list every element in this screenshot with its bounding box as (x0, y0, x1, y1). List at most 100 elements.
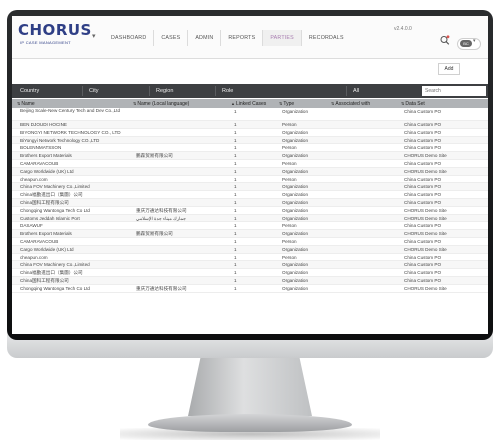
table-row[interactable]: China福勤進出口（集團）公司 1 Organization China Custo… (12, 191, 488, 199)
table-row[interactable]: China福勤進出口（集團）公司 1 Organization China Custo… (12, 269, 488, 277)
table-row[interactable]: cheapun.com 1 Person China Custom PO (12, 176, 488, 184)
table-row[interactable]: Brothers Export Materials 鹏森贸易有限公司 1 Organi… (12, 230, 488, 238)
cell-linked-cases: 1 (234, 176, 237, 182)
cell-type: Person (282, 238, 297, 244)
nav-item-cases[interactable]: CASES (153, 30, 187, 46)
filter-bar: Country City Region Role All (12, 84, 488, 98)
filter-divider (82, 86, 83, 96)
cell-name: Chongqing Wantonga Tech Co Ltd (20, 285, 90, 291)
cell-data-set: China Custom PO (404, 184, 442, 190)
filter-country[interactable]: Country (20, 84, 39, 98)
logo-text: CHORUS (18, 21, 92, 39)
filter-role[interactable]: Role (222, 84, 233, 98)
cell-linked-cases: 1 (234, 145, 237, 151)
cell-linked-cases: 1 (234, 246, 237, 252)
cell-linked-cases: 1 (234, 122, 237, 127)
table-row[interactable]: CAMARAVACOUB 1 Person China Custom PO (12, 160, 488, 168)
user-menu-chevron-icon: ▾ (473, 38, 476, 44)
cell-linked-cases: 1 (234, 109, 237, 114)
search-input[interactable] (422, 86, 486, 96)
cell-type: Organization (282, 199, 309, 205)
table-row[interactable]: BIYONGYI NETWORK TECHNOLOGY CO., LTD 1 Org… (12, 129, 488, 137)
cell-linked-cases: 1 (234, 215, 237, 221)
table-row[interactable]: China FOV Machinery Co.,Limited 1 Organiza… (12, 261, 488, 270)
nav-item-parties[interactable]: PARTIES (262, 30, 301, 46)
cell-type: Organization (282, 129, 309, 135)
table-row[interactable]: Beijing Scale-New Century Tech and Dev C… (12, 108, 488, 121)
cell-data-set: China Custom PO (404, 262, 442, 268)
cell-linked-cases: 1 (234, 160, 237, 166)
cell-data-set: China Custom PO (404, 160, 442, 166)
table-row[interactable]: BEN DJOUDI HOCINE 1 Person China Custom PO (12, 121, 488, 129)
cell-type: Person (282, 122, 297, 127)
logo-subtitle: IP CASE MANAGEMENT (20, 40, 71, 45)
table-row[interactable]: China FOV Machinery Co.,Limited 1 Organiza… (12, 183, 488, 192)
nav-item-recordals[interactable]: RECORDALS (300, 30, 351, 46)
monitor-stand-neck (188, 358, 312, 416)
sort-icon: ⇅ (331, 101, 335, 106)
table-row[interactable]: BiYongyi Network Technology CO.,LTD 1 Orga… (12, 136, 488, 145)
filter-region[interactable]: Region (156, 84, 173, 98)
cell-data-set: China Custom PO (404, 129, 442, 135)
cell-type: Organization (282, 153, 309, 159)
cell-linked-cases: 1 (234, 285, 237, 291)
sort-icon: ⇅ (133, 101, 137, 106)
notification-bell-icon[interactable] (440, 35, 450, 45)
cell-linked-cases: 1 (234, 270, 237, 276)
table-row[interactable]: cheapun.com 1 Person China Custom PO (12, 254, 488, 262)
table-row[interactable]: Customs Jeddah Islamic Port جمارك ميناء ج… (12, 214, 488, 223)
cell-linked-cases: 1 (234, 262, 237, 268)
table-row[interactable]: Brothers Export Materials 鹏森贸易有限公司 1 Organi… (12, 152, 488, 160)
cell-linked-cases: 1 (234, 223, 237, 229)
nav-item-admin[interactable]: ADMIN (187, 30, 220, 46)
table-row[interactable]: Chongqing Wantonga Tech Co Ltd 重庆万通达科技有限公… (12, 285, 488, 293)
cell-linked-cases: 1 (234, 231, 237, 237)
user-menu[interactable]: BC ▾ (457, 38, 481, 50)
filter-divider (346, 86, 347, 96)
table-row[interactable]: Cargo Worldwide (UK) Ltd 1 Organization CHO… (12, 245, 488, 254)
table-row[interactable]: DASAWUF 1 Person China Custom PO (12, 222, 488, 231)
cell-local-name: 鹏森贸易有限公司 (136, 231, 173, 237)
cell-name: China国科工程有限公司 (20, 277, 69, 283)
cell-data-set: China Custom PO (404, 270, 442, 276)
cell-linked-cases: 1 (234, 254, 237, 260)
cell-type: Organization (282, 215, 309, 221)
cell-type: Person (282, 254, 297, 260)
cell-type: Organization (282, 262, 309, 268)
cell-data-set: CHORUS Demo Site (404, 231, 447, 237)
table-row[interactable]: BOLENNMATSSON 1 Person China Custom PO (12, 144, 488, 153)
cell-linked-cases: 1 (234, 207, 237, 213)
cell-type: Organization (282, 207, 309, 213)
cell-data-set: China Custom PO (404, 122, 442, 127)
filter-divider (149, 86, 150, 96)
cell-data-set: China Custom PO (404, 238, 442, 244)
table-row[interactable]: China国科工程有限公司 1 Organization China Custom P… (12, 198, 488, 207)
table-row[interactable]: Chongqing Wantonga Tech Co Ltd 重庆万通达科技有限公… (12, 207, 488, 215)
sort-icon: ⇅ (401, 101, 405, 106)
cell-linked-cases: 1 (234, 168, 237, 174)
cell-data-set: CHORUS Demo Site (404, 285, 447, 291)
table-row[interactable]: Cargo Worldwide (UK) Ltd 1 Organization CHO… (12, 167, 488, 176)
cell-data-set: China Custom PO (404, 109, 442, 114)
cell-name: BEN DJOUDI HOCINE (20, 122, 67, 127)
version-label: v2.4.0.0 (394, 26, 412, 32)
add-party-button[interactable]: Add (438, 63, 460, 75)
cell-type: Organization (282, 109, 309, 114)
filter-all[interactable]: All (353, 84, 359, 98)
cell-name: Cargo Worldwide (UK) Ltd (20, 168, 74, 174)
table-row[interactable]: CAMARAVACOUB 1 Person China Custom PO (12, 238, 488, 246)
cell-name: China国科工程有限公司 (20, 199, 69, 205)
nav-item-dashboard[interactable]: DASHBOARD (104, 30, 153, 46)
nav-dropdown-chevron-icon[interactable]: ▾ (92, 32, 96, 40)
cell-type: Organization (282, 285, 309, 291)
nav-item-reports[interactable]: REPORTS (220, 30, 262, 46)
filter-city[interactable]: City (89, 84, 98, 98)
table-row[interactable]: China国科工程有限公司 1 Organization China Custom P… (12, 276, 488, 285)
cell-name: China福勤進出口（集團）公司 (20, 270, 83, 276)
chorus-logo[interactable]: CHORUS IP CASE MANAGEMENT (18, 21, 91, 51)
user-avatar: BC (460, 40, 472, 47)
filter-divider (215, 86, 216, 96)
cell-linked-cases: 1 (234, 199, 237, 205)
cell-type: Organization (282, 277, 309, 283)
cell-local-name: 重庆万通达科技有限公司 (136, 207, 187, 213)
